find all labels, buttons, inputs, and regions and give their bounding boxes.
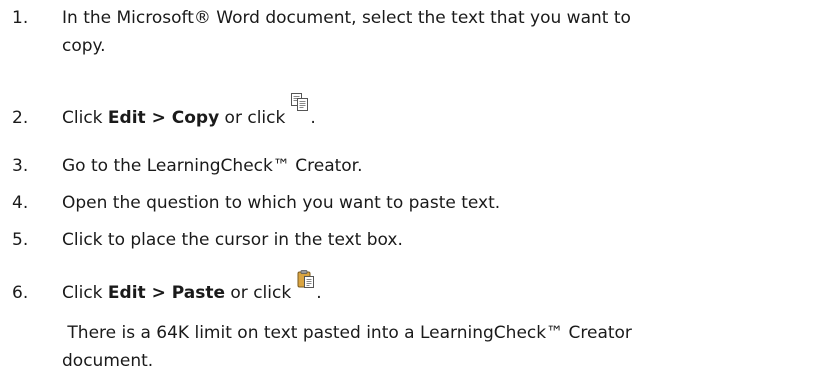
step-text: Open the question to which you want to p… <box>62 189 807 217</box>
step-text-suffix: . <box>316 283 322 303</box>
step-text: Click Edit > Copy or click . <box>62 93 807 132</box>
step-text-middle: or click <box>219 108 286 128</box>
step-number: 1. <box>12 8 29 28</box>
step-text-line: copy. <box>62 36 106 56</box>
step-text-line: Go to the LearningCheck™ Creator. <box>62 156 363 176</box>
copy-icon <box>290 92 310 112</box>
step-text-line: Click to place the cursor in the text bo… <box>62 230 403 250</box>
step-text-prefix: Click <box>62 283 108 303</box>
note-line: There is a 64K limit on text pasted into… <box>62 323 632 343</box>
step-number: 4. <box>12 193 29 213</box>
step-number: 3. <box>12 156 29 176</box>
step-text-suffix: . <box>310 108 316 128</box>
step-text: In the Microsoft® Word document, select … <box>62 4 807 60</box>
step-text: Click Edit > Paste or click . <box>62 270 807 307</box>
step-text-middle: or click <box>225 283 292 303</box>
step-text-prefix: Click <box>62 108 108 128</box>
step-number: 2. <box>12 108 29 128</box>
step-text-line: Open the question to which you want to p… <box>62 193 501 213</box>
step-text-line: In the Microsoft® Word document, select … <box>62 8 631 28</box>
step-text: Go to the LearningCheck™ Creator. <box>62 152 807 180</box>
paste-icon <box>296 269 316 289</box>
step-number: 6. <box>12 283 29 303</box>
menu-path-edit-copy: Edit > Copy <box>107 108 220 128</box>
menu-path-edit-paste: Edit > Paste <box>107 283 225 303</box>
note-line: document. <box>62 351 154 371</box>
note: There is a 64K limit on text pasted into… <box>62 319 807 375</box>
step-number: 5. <box>12 230 29 250</box>
step-text: Click to place the cursor in the text bo… <box>62 226 807 254</box>
